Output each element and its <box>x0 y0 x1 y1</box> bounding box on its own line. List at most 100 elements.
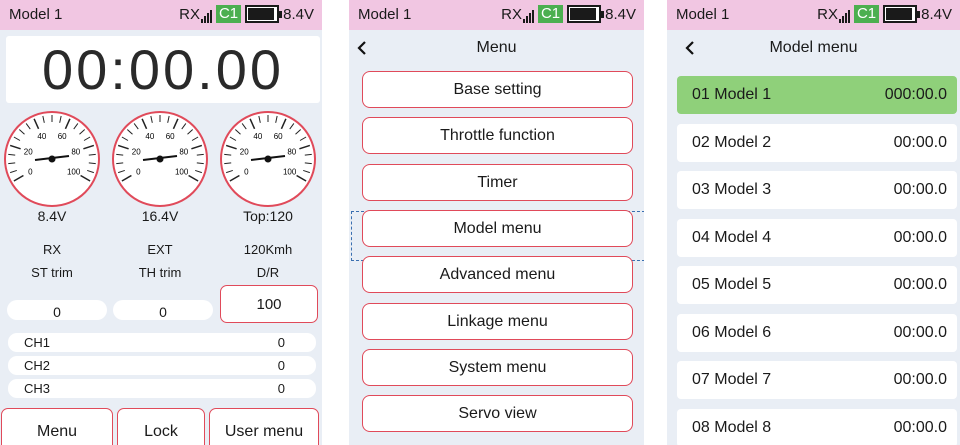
model-row[interactable]: 01 Model 1 000:00.0 <box>677 76 957 114</box>
lock-button[interactable]: Lock <box>117 408 205 445</box>
gauge-tick-label: 60 <box>274 132 283 141</box>
battery-voltage: 8.4V <box>605 5 636 23</box>
menu-screen: Model 1 RX C1 8.4V Menu Base setting Thro… <box>349 0 644 445</box>
model-row[interactable]: 04 Model 4 00:00.0 <box>677 218 957 257</box>
model-timer-value: 00:00.0 <box>893 418 947 436</box>
model-name: Model 1 <box>9 6 63 23</box>
gauge-value: 16.4V <box>141 208 179 224</box>
signal-bars-icon <box>200 9 212 23</box>
gauge-tick-label: 80 <box>71 147 80 156</box>
page-title: Menu <box>476 39 517 56</box>
model-timer-value: 000:00.0 <box>884 86 947 103</box>
main-timer[interactable]: 00:00.00 <box>6 36 320 103</box>
gauge-tick-label: 60 <box>58 132 67 141</box>
model-timer-value: 00:00.0 <box>893 133 947 151</box>
model-timer-value: 00:00.0 <box>893 181 947 198</box>
menu-item-servo-view[interactable]: Servo view <box>362 395 633 433</box>
ext-voltage-gauge: 0 20 40 60 80 100 <box>109 108 211 210</box>
gauge-tick-label: 20 <box>240 147 249 156</box>
battery-voltage: 8.4V <box>921 5 952 23</box>
status-bar: Model 1 RX C1 8.4V <box>349 0 644 30</box>
model-name: Model 1 <box>676 6 730 23</box>
th-trim-value[interactable]: 0 <box>113 300 213 320</box>
status-bar: Model 1 RX C1 8.4V <box>0 0 322 30</box>
model-timer-value: 00:00.0 <box>893 323 947 341</box>
model-name-label: 04 Model 4 <box>692 228 772 246</box>
model-menu-screen: Model 1 RX C1 8.4V Model menu 01 Model 1… <box>667 0 960 445</box>
model-name-label: 08 Model 8 <box>692 418 772 436</box>
channel-row: CH1 0 <box>8 333 316 352</box>
gauge-tick-label: 100 <box>283 168 297 177</box>
gauge-tick-label: 20 <box>132 147 141 156</box>
gauge-tick-label: 0 <box>28 168 33 177</box>
gauge-tick-label: 0 <box>244 168 249 177</box>
menu-item-system-menu[interactable]: System menu <box>362 348 633 386</box>
back-arrow-icon[interactable] <box>681 30 701 66</box>
trim-label: D/R <box>256 265 280 280</box>
dual-rate-value[interactable]: 100 <box>220 285 318 323</box>
model-name-label: 02 Model 2 <box>692 133 772 151</box>
gauge-hub <box>156 155 164 163</box>
model-row[interactable]: 06 Model 6 00:00.0 <box>677 313 957 352</box>
model-name-label: 07 Model 7 <box>692 371 772 388</box>
gauge-label: RX <box>42 242 62 257</box>
gauge-tick-label: 20 <box>24 147 33 156</box>
model-row[interactable]: 02 Model 2 00:00.0 <box>677 123 957 162</box>
model-name: Model 1 <box>358 6 412 23</box>
model-row[interactable]: 03 Model 3 00:00.0 <box>677 171 957 209</box>
model-name-label: 05 Model 5 <box>692 276 772 293</box>
signal-bars-icon <box>522 9 534 23</box>
model-timer-value: 00:00.0 <box>893 371 947 388</box>
menu-item-throttle-function[interactable]: Throttle function <box>362 117 633 155</box>
st-trim-value[interactable]: 0 <box>7 300 107 320</box>
gauge-label: EXT <box>147 242 173 257</box>
page-title: Model menu <box>769 39 858 56</box>
channel-badge: C1 <box>537 5 564 23</box>
menu-item-linkage-menu[interactable]: Linkage menu <box>362 302 633 340</box>
channel-badge: C1 <box>853 5 880 23</box>
model-name-label: 03 Model 3 <box>692 181 772 198</box>
gauge-tick-label: 40 <box>37 132 46 141</box>
gauge-value: 8.4V <box>37 208 67 224</box>
gauge-hub <box>48 155 56 163</box>
status-bar: Model 1 RX C1 8.4V <box>667 0 960 30</box>
back-arrow-icon[interactable] <box>353 30 373 66</box>
gauge-tick-label: 80 <box>287 147 296 156</box>
model-row[interactable]: 07 Model 7 00:00.0 <box>677 361 957 399</box>
model-timer-value: 00:00.0 <box>893 228 947 246</box>
battery-icon <box>245 5 283 23</box>
model-row[interactable]: 05 Model 5 00:00.0 <box>677 266 957 304</box>
menu-button[interactable]: Menu <box>1 408 113 445</box>
rx-signal: RX <box>501 6 534 23</box>
battery-icon <box>883 5 921 23</box>
gauge-hub <box>264 155 272 163</box>
rx-voltage-gauge: 0 20 40 60 80 100 <box>1 108 103 210</box>
model-name-label: 06 Model 6 <box>692 323 772 341</box>
user-menu-button[interactable]: User menu <box>209 408 319 445</box>
rx-signal: RX <box>179 6 212 23</box>
channel-row: CH2 0 <box>8 356 316 375</box>
signal-bars-icon <box>838 9 850 23</box>
trim-label: ST trim <box>31 265 73 280</box>
menu-item-base-setting[interactable]: Base setting <box>362 71 633 108</box>
gauge-tick-label: 80 <box>179 147 188 156</box>
dashboard-screen: Model 1 RX C1 8.4V 00:00.00 0 20 40 60 80 100… <box>0 0 322 445</box>
gauge-label: 120Kmh <box>243 242 293 257</box>
channel-row: CH3 0 <box>8 379 316 398</box>
nav-header: Menu <box>349 30 644 66</box>
gauge-tick-label: 40 <box>145 132 154 141</box>
trim-label: TH trim <box>138 265 182 280</box>
rx-signal: RX <box>817 6 850 23</box>
model-timer-value: 00:00.0 <box>893 276 947 293</box>
gauge-value: Top:120 <box>243 208 293 224</box>
model-row[interactable]: 08 Model 8 00:00.0 <box>677 408 957 445</box>
speed-gauge: 0 20 40 60 80 100 <box>217 108 319 210</box>
battery-icon <box>567 5 605 23</box>
gauge-tick-label: 100 <box>67 168 81 177</box>
gauge-tick-label: 0 <box>136 168 141 177</box>
battery-voltage: 8.4V <box>283 5 314 23</box>
menu-item-model-menu[interactable]: Model menu <box>362 209 633 247</box>
menu-item-timer[interactable]: Timer <box>362 163 633 201</box>
channel-badge: C1 <box>215 5 242 23</box>
menu-item-advanced-menu[interactable]: Advanced menu <box>362 256 633 294</box>
